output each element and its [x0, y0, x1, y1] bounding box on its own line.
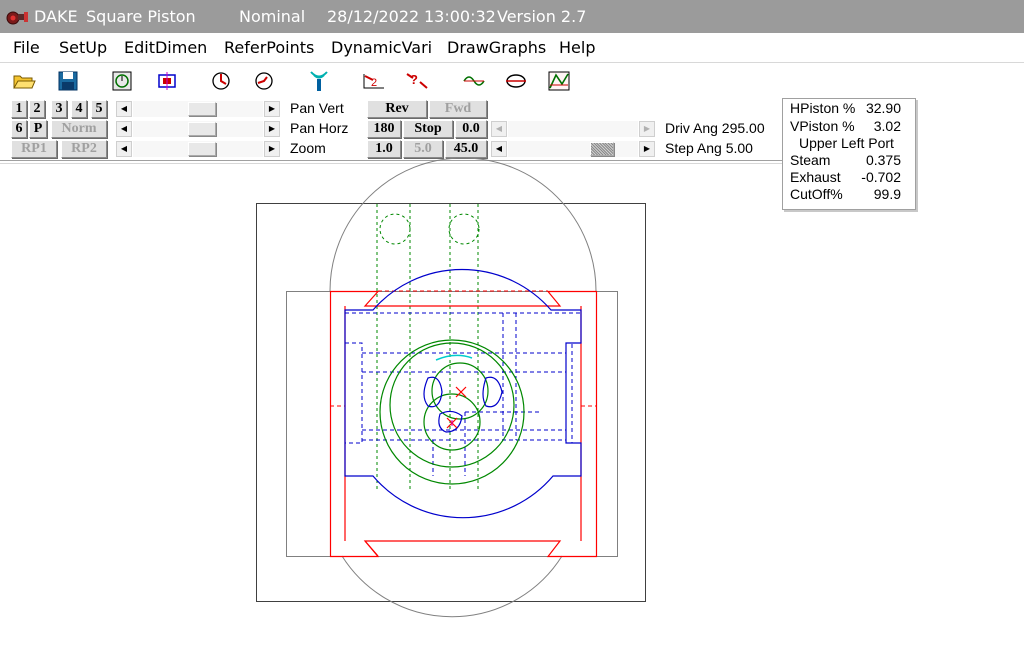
- view-5-button[interactable]: 5: [91, 100, 107, 118]
- valve-rods: [376, 204, 480, 490]
- document-title: Square Piston: [86, 7, 196, 26]
- title-bar: DAKE Square Piston Nominal 28/12/2022 13…: [0, 0, 1024, 33]
- toolbar-separator: [96, 69, 97, 93]
- refer-point-2-button[interactable]: RP2: [61, 140, 107, 158]
- outer-casing: [286, 157, 618, 618]
- antenna-icon[interactable]: [305, 67, 333, 95]
- menu-editdimen[interactable]: EditDimen: [124, 38, 207, 57]
- angle-180-button[interactable]: 180: [367, 120, 401, 138]
- stop-button[interactable]: Stop: [403, 120, 453, 138]
- forward-button[interactable]: Fwd: [429, 100, 487, 118]
- control-strip-divider: [0, 160, 782, 164]
- open-folder-icon[interactable]: [10, 67, 38, 95]
- zoom-label: Zoom: [290, 140, 326, 156]
- view-1-button[interactable]: 1: [11, 100, 27, 118]
- menu-dynamicvari[interactable]: DynamicVari: [331, 38, 432, 57]
- timer-icon[interactable]: [108, 67, 136, 95]
- view-3-button[interactable]: 3: [51, 100, 67, 118]
- view-4-button[interactable]: 4: [71, 100, 87, 118]
- step-ang-label: Step Ang 5.00: [665, 140, 753, 156]
- zoom-right-arrow[interactable]: ▶: [264, 141, 280, 157]
- vpiston-value: 3.02: [873, 118, 901, 134]
- hpiston-label: HPiston %: [790, 100, 856, 116]
- measure-query-icon[interactable]: ?: [403, 67, 431, 95]
- rotate-forward-icon[interactable]: [207, 67, 235, 95]
- cutoff-value: 99.9: [873, 186, 901, 202]
- body-dashed: [330, 290, 596, 407]
- menu-help[interactable]: Help: [559, 38, 595, 57]
- rotate-back-icon[interactable]: [250, 67, 278, 95]
- driv-ang-right-arrow[interactable]: ▶: [639, 121, 655, 137]
- steam-value: 0.375: [865, 152, 901, 168]
- menu-setup[interactable]: SetUp: [59, 38, 107, 57]
- zoom-thumb[interactable]: [188, 142, 216, 156]
- step-ang-track[interactable]: [508, 141, 638, 157]
- pan-horz-right-arrow[interactable]: ▶: [264, 121, 280, 137]
- hpiston-value: 32.90: [865, 100, 901, 116]
- pan-vert-right-arrow[interactable]: ▶: [264, 101, 280, 117]
- graph-ellipse-icon[interactable]: [502, 67, 530, 95]
- pan-horz-label: Pan Horz: [290, 120, 349, 136]
- step-45-button[interactable]: 45.0: [445, 140, 487, 158]
- mode-indicator: Nominal: [239, 7, 306, 26]
- toolbar: 2 ?: [0, 62, 1024, 98]
- steam-label: Steam: [790, 152, 831, 168]
- driv-ang-left-arrow[interactable]: ◀: [491, 121, 507, 137]
- version-label: Version 2.7: [497, 7, 587, 26]
- center-crosshairs: [446, 386, 467, 429]
- step-5-button[interactable]: 5.0: [403, 140, 443, 158]
- pan-vert-left-arrow[interactable]: ◀: [116, 101, 132, 117]
- piston: [344, 268, 582, 519]
- graph-wave-icon[interactable]: [460, 67, 488, 95]
- toolbar-separator: [347, 69, 348, 93]
- reverse-button[interactable]: Rev: [367, 100, 427, 118]
- zoom-left-arrow[interactable]: ◀: [116, 141, 132, 157]
- save-disk-icon[interactable]: [54, 67, 82, 95]
- piston-view-icon[interactable]: [153, 67, 181, 95]
- menu-bar: File SetUp EditDimen ReferPoints Dynamic…: [0, 33, 1024, 62]
- view-p-button[interactable]: P: [29, 120, 47, 138]
- driv-ang-track[interactable]: [508, 121, 638, 137]
- measure-two-points-icon[interactable]: 2: [360, 67, 388, 95]
- refer-point-1-button[interactable]: RP1: [11, 140, 57, 158]
- piston-info-panel: HPiston % 32.90 VPiston % 3.02 Upper Lef…: [782, 98, 916, 210]
- pan-horz-thumb[interactable]: [188, 122, 216, 136]
- angle-zero-button[interactable]: 0.0: [455, 120, 487, 138]
- time-display: 13:00:32: [424, 7, 496, 26]
- pan-vert-thumb[interactable]: [188, 102, 216, 116]
- view-2-button[interactable]: 2: [29, 100, 45, 118]
- exhaust-value: -0.702: [861, 169, 901, 185]
- view-norm-button[interactable]: Norm: [51, 120, 107, 138]
- graph-curves-icon[interactable]: [545, 67, 573, 95]
- toolbar-separator: [447, 69, 448, 93]
- port-label: Upper Left Port: [799, 135, 894, 151]
- date-display: 28/12/2022: [327, 7, 420, 26]
- app-name: DAKE: [34, 7, 78, 26]
- engine-app-icon: [6, 11, 28, 25]
- step-ang-thumb[interactable]: [590, 142, 614, 156]
- step-ang-left-arrow[interactable]: ◀: [491, 141, 507, 157]
- eccentric-circles: [379, 339, 525, 485]
- toolbar-separator: [195, 69, 196, 93]
- view-6-button[interactable]: 6: [11, 120, 27, 138]
- port-highlight: [435, 354, 473, 361]
- driv-ang-label: Driv Ang 295.00: [665, 120, 765, 136]
- pan-vert-label: Pan Vert: [290, 100, 344, 116]
- menu-file[interactable]: File: [13, 38, 40, 57]
- menu-referpoints[interactable]: ReferPoints: [224, 38, 314, 57]
- cylinder-body: [329, 290, 598, 558]
- cutoff-label: CutOff%: [790, 186, 843, 202]
- menu-drawgraphs[interactable]: DrawGraphs: [447, 38, 546, 57]
- port-openings: [423, 376, 503, 433]
- step-1-button[interactable]: 1.0: [367, 140, 401, 158]
- pan-horz-left-arrow[interactable]: ◀: [116, 121, 132, 137]
- piston-dashed: [345, 312, 581, 476]
- svg-text:?: ?: [410, 72, 418, 87]
- exhaust-label: Exhaust: [790, 169, 841, 185]
- step-ang-right-arrow[interactable]: ▶: [639, 141, 655, 157]
- drawing-frame: [256, 203, 646, 602]
- vpiston-label: VPiston %: [790, 118, 855, 134]
- toolbar-separator: [293, 69, 294, 93]
